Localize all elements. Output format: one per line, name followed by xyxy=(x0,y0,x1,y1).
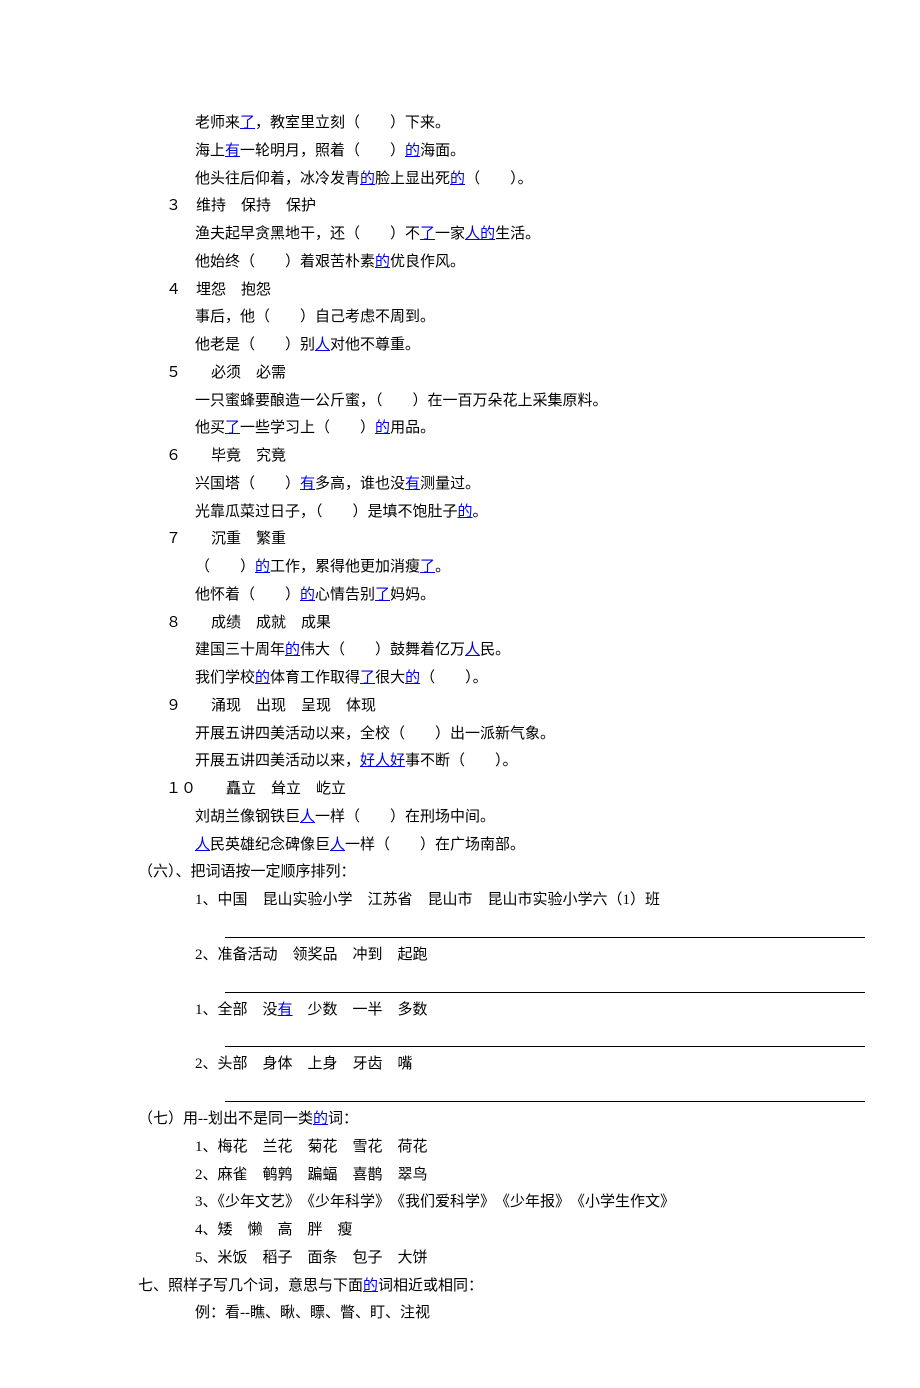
link-de[interactable]: 的 xyxy=(480,226,495,242)
link-you[interactable]: 有 xyxy=(278,1002,293,1018)
q3-line-a: 渔夫起早贪黑地干，还（ ）不了一家人的生活。 xyxy=(90,221,830,249)
q8-line-a: 建国三十周年的伟大（ ）鼓舞着亿万人民。 xyxy=(90,637,830,665)
answer-blank-line[interactable] xyxy=(225,1024,865,1047)
q5-line-a: 一只蜜蜂要酿造一公斤蜜，（ ）在一百万朵花上采集原料。 xyxy=(90,388,830,416)
q9-line-a: 开展五讲四美活动以来，全校（ ）出一派新气象。 xyxy=(90,721,830,749)
link-de[interactable]: 的 xyxy=(360,171,375,187)
link-le[interactable]: 了 xyxy=(375,587,390,603)
sec6-item-1: 1、中国 昆山实验小学 江苏省 昆山市 昆山市实验小学六（1）班 xyxy=(90,887,830,915)
q4-line-b: 他老是（ ）别人对他不尊重。 xyxy=(90,332,830,360)
section-7-heading: （七）用--划出不是同一类的词： xyxy=(90,1106,830,1134)
link-de[interactable]: 的 xyxy=(375,254,390,270)
q7-line-b: 他怀着（ ）的心情告别了妈妈。 xyxy=(90,582,830,610)
link-le[interactable]: 了 xyxy=(420,559,435,575)
sec-seven-example: 例：看--瞧、瞅、瞟、瞥、盯、注视 xyxy=(90,1300,830,1328)
link-ren[interactable]: 人 xyxy=(330,837,345,853)
q2-line-b: 海上有一轮明月，照着（ ）的海面。 xyxy=(90,138,830,166)
link-haorenhao[interactable]: 好人好 xyxy=(360,753,405,769)
q9-line-b: 开展五讲四美活动以来，好人好事不断（ ）。 xyxy=(90,748,830,776)
q8-heading: ８ 成绩 成就 成果 xyxy=(90,610,830,638)
q3-line-b: 他始终（ ）着艰苦朴素的优良作风。 xyxy=(90,249,830,277)
q2-line-c: 他头往后仰着，冰冷发青的脸上显出死的（ ）。 xyxy=(90,166,830,194)
link-you[interactable]: 有 xyxy=(405,476,420,492)
q6-line-b: 光靠瓜菜过日子，（ ）是填不饱肚子的。 xyxy=(90,499,830,527)
link-de[interactable]: 的 xyxy=(313,1111,328,1127)
sec6-item-4: 2、头部 身体 上身 牙齿 嘴 xyxy=(90,1051,830,1079)
link-you[interactable]: 有 xyxy=(225,143,240,159)
q6-line-a: 兴国塔（ ）有多高，谁也没有测量过。 xyxy=(90,471,830,499)
sec7-item-5: 5、米饭 稻子 面条 包子 大饼 xyxy=(90,1245,830,1273)
q7-line-a: （ ）的工作，累得他更加消瘦了。 xyxy=(90,554,830,582)
link-ren[interactable]: 人 xyxy=(465,642,480,658)
link-de[interactable]: 的 xyxy=(450,171,465,187)
q10-heading: １０ 矗立 耸立 屹立 xyxy=(90,776,830,804)
link-de[interactable]: 的 xyxy=(405,670,420,686)
link-ren[interactable]: 人 xyxy=(315,337,330,353)
link-de[interactable]: 的 xyxy=(375,420,390,436)
sec7-item-4: 4、矮 懒 高 胖 瘦 xyxy=(90,1217,830,1245)
link-de[interactable]: 的 xyxy=(255,559,270,575)
link-ren[interactable]: 人 xyxy=(300,809,315,825)
sec7-item-3: 3、《少年文艺》 《少年科学》 《我们爱科学》 《少年报》 《小学生作文》 xyxy=(90,1189,830,1217)
link-le[interactable]: 了 xyxy=(240,115,255,131)
q2-line-a: 老师来了，教室里立刻（ ）下来。 xyxy=(90,110,830,138)
link-de[interactable]: 的 xyxy=(363,1278,378,1294)
link-de[interactable]: 的 xyxy=(285,642,300,658)
q8-line-b: 我们学校的体育工作取得了很大的（ ）。 xyxy=(90,665,830,693)
q4-line-a: 事后，他（ ）自己考虑不周到。 xyxy=(90,304,830,332)
q5-heading: ５ 必须 必需 xyxy=(90,360,830,388)
link-de[interactable]: 的 xyxy=(300,587,315,603)
answer-blank-line[interactable] xyxy=(225,1079,865,1102)
q7-heading: ７ 沉重 繁重 xyxy=(90,526,830,554)
link-ren[interactable]: 人 xyxy=(465,226,480,242)
link-le[interactable]: 了 xyxy=(420,226,435,242)
sec6-item-2: 2、准备活动 领奖品 冲到 起跑 xyxy=(90,942,830,970)
sec7-item-1: 1、梅花 兰花 菊花 雪花 荷花 xyxy=(90,1134,830,1162)
link-le[interactable]: 了 xyxy=(225,420,240,436)
section-seven-heading: 七、照样子写几个词，意思与下面的词相近或相同： xyxy=(90,1273,830,1301)
q3-heading: ３ 维持 保持 保护 xyxy=(90,193,830,221)
link-ren[interactable]: 人 xyxy=(195,837,210,853)
section-6-heading: （六）、把词语按一定顺序排列： xyxy=(90,859,830,887)
sec7-item-2: 2、麻雀 鹌鹑 蹁蝠 喜鹊 翠鸟 xyxy=(90,1162,830,1190)
sec6-item-3: 1、全部 没有 少数 一半 多数 xyxy=(90,997,830,1025)
link-de[interactable]: 的 xyxy=(405,143,420,159)
q10-line-a: 刘胡兰像钢铁巨人一样（ ）在刑场中间。 xyxy=(90,804,830,832)
q6-heading: ６ 毕竟 究竟 xyxy=(90,443,830,471)
link-le[interactable]: 了 xyxy=(360,670,375,686)
answer-blank-line[interactable] xyxy=(225,970,865,993)
q4-heading: ４ 埋怨 抱怨 xyxy=(90,277,830,305)
link-de[interactable]: 的 xyxy=(458,504,473,520)
q9-heading: ９ 涌现 出现 呈现 体现 xyxy=(90,693,830,721)
answer-blank-line[interactable] xyxy=(225,915,865,938)
link-you[interactable]: 有 xyxy=(300,476,315,492)
q5-line-b: 他买了一些学习上（ ）的用品。 xyxy=(90,415,830,443)
link-de[interactable]: 的 xyxy=(255,670,270,686)
q10-line-b: 人民英雄纪念碑像巨人一样（ ）在广场南部。 xyxy=(90,832,830,860)
